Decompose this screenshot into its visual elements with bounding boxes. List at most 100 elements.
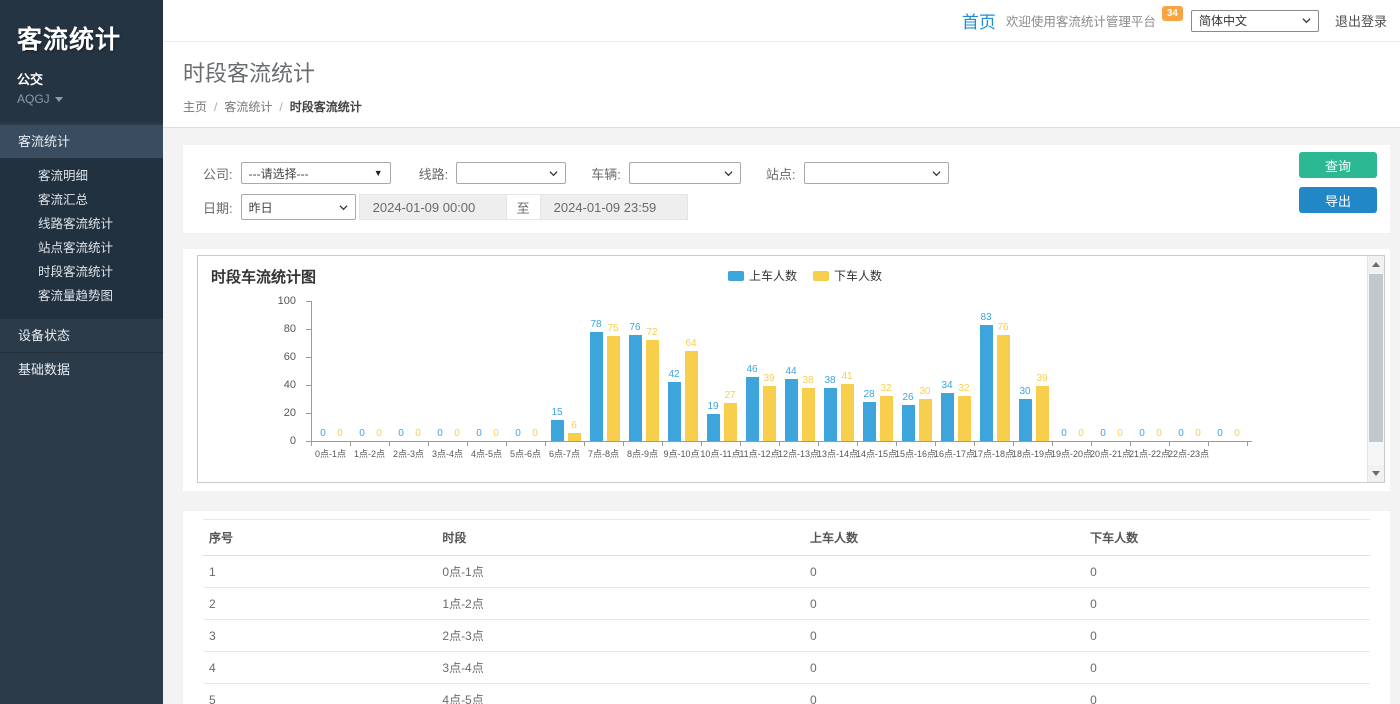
legend-item[interactable]: 下车人数 [813,267,882,284]
home-link[interactable]: 首页 [962,8,996,33]
sidebar-section[interactable]: 基础数据 [0,352,163,386]
x-axis-tick [702,442,741,446]
table-cell: 0 [1084,684,1370,704]
company-select[interactable]: ---请选择--- ▼ [241,162,391,184]
x-axis-label: 3点-4点 [428,447,467,460]
bar-group: 00 [1209,302,1248,441]
data-table-panel: 序号时段上车人数下车人数 10点-1点0021点-2点0032点-3点0043点… [183,511,1390,704]
bar-value-label: 76 [997,323,1008,333]
bar [568,433,581,441]
station-label: 站点: [766,164,796,183]
bar-value-label: 30 [1019,387,1030,397]
bar-column: 38 [802,302,815,441]
scrollbar-thumb[interactable] [1369,274,1383,442]
bar-value-label: 42 [668,370,679,380]
x-axis-tick [1092,442,1131,446]
x-axis-tick [624,442,663,446]
sidebar-item[interactable]: 时段客流统计 [0,260,163,284]
bar-value-label: 28 [863,390,874,400]
chart-scrollbar[interactable] [1367,256,1384,482]
chevron-down-icon [932,169,941,178]
sidebar: 客流统计 公交 AQGJ 客流统计客流明细客流汇总线路客流统计站点客流统计时段客… [0,0,163,704]
chevron-down-icon [339,203,348,212]
chart-box: 时段车流统计图 上车人数下车人数 020406080100 0000000000… [197,255,1385,483]
export-button[interactable]: 导出 [1299,187,1377,213]
vehicle-select[interactable] [629,162,741,184]
bar-group: 00 [1053,302,1092,441]
station-select[interactable] [804,162,949,184]
bar-value-label: 0 [515,429,521,439]
page-content: 公司: ---请选择--- ▼ 线路: 车辆: 站点: [163,128,1400,704]
x-axis-label: 4点-5点 [467,447,506,460]
filter-row-2: 日期: 昨日 2024-01-09 00:00 至 2024-01-09 23:… [203,193,1376,221]
bar [1036,386,1049,441]
sidebar-item[interactable]: 客流汇总 [0,188,163,212]
date-preset-select[interactable]: 昨日 [241,194,356,220]
breadcrumb-item[interactable]: 客流统计 [224,98,272,115]
sidebar-submenu: 客流明细客流汇总线路客流统计站点客流统计时段客流统计客流量趋势图 [0,158,163,318]
sidebar-item[interactable]: 线路客流统计 [0,212,163,236]
bar-column: 15 [551,302,564,441]
breadcrumb-item[interactable]: 主页 [183,98,207,115]
bar-group: 3841 [819,302,858,441]
table-cell: 2点-3点 [436,620,804,652]
scrollbar-down-button[interactable] [1368,465,1384,482]
table-cell: 4 [203,652,436,684]
bar-value-label: 76 [629,323,640,333]
y-tick-mark-icon [306,441,312,442]
bar-group: 00 [390,302,429,441]
date-to-input[interactable]: 2024-01-09 23:59 [540,194,688,220]
app-window: 客流统计 公交 AQGJ 客流统计客流明细客流汇总线路客流统计站点客流统计时段客… [0,0,1400,704]
x-axis-ticks [311,442,1252,446]
org-code-dropdown[interactable]: AQGJ [17,92,163,106]
x-axis-label: 5点-6点 [506,447,545,460]
bar-value-label: 26 [902,393,913,403]
x-axis-tick [507,442,546,446]
bar-value-label: 46 [746,365,757,375]
sidebar-section[interactable]: 客流统计 [0,124,163,158]
bar-group: 00 [468,302,507,441]
bar-group: 00 [1092,302,1131,441]
sidebar-item[interactable]: 客流量趋势图 [0,284,163,308]
bar [746,377,759,441]
app-title: 客流统计 [17,20,163,56]
bar-value-label: 0 [359,429,365,439]
bar-value-label: 0 [415,429,421,439]
bar-group: 3432 [936,302,975,441]
x-axis-label: 14点-15点 [857,447,896,460]
sidebar-section[interactable]: 设备状态 [0,318,163,352]
legend-item[interactable]: 上车人数 [728,267,797,284]
bar-column: 0 [1075,302,1088,441]
bar-value-label: 0 [437,429,443,439]
bar-group: 00 [429,302,468,441]
main-area: 首页 欢迎使用客流统计管理平台 34 简体中文 退出登录 时段客流统计 主页/客… [163,0,1400,704]
breadcrumb-separator: / [214,100,217,114]
bar-column: 0 [1136,302,1149,441]
bar [646,340,659,441]
language-select[interactable]: 简体中文 [1191,10,1319,32]
bar-value-label: 19 [707,402,718,412]
x-axis-tick [1170,442,1209,446]
sidebar-item[interactable]: 站点客流统计 [0,236,163,260]
query-button[interactable]: 查询 [1299,152,1377,178]
table-cell: 0 [1084,588,1370,620]
y-tick-mark-icon [306,301,312,302]
x-axis-label: 10点-11点 [701,447,740,460]
date-from-input[interactable]: 2024-01-09 00:00 [359,194,507,220]
bar-column: 32 [958,302,971,441]
sidebar-item[interactable]: 客流明细 [0,164,163,188]
x-axis-label: 17点-18点 [974,447,1013,460]
table-cell: 2 [203,588,436,620]
bar-column: 0 [1114,302,1127,441]
table-cell: 0 [804,684,1084,704]
line-select[interactable] [456,162,566,184]
x-axis-tick [1014,442,1053,446]
table-body: 10点-1点0021点-2点0032点-3点0043点-4点0054点-5点00… [203,556,1370,704]
triangle-down-icon [1372,471,1380,476]
filter-row-1: 公司: ---请选择--- ▼ 线路: 车辆: 站点: [203,159,1376,187]
scrollbar-up-button[interactable] [1368,256,1384,273]
x-axis-tick [1131,442,1170,446]
x-axis-tick [741,442,780,446]
bar [880,396,893,441]
logout-link[interactable]: 退出登录 [1335,11,1387,30]
